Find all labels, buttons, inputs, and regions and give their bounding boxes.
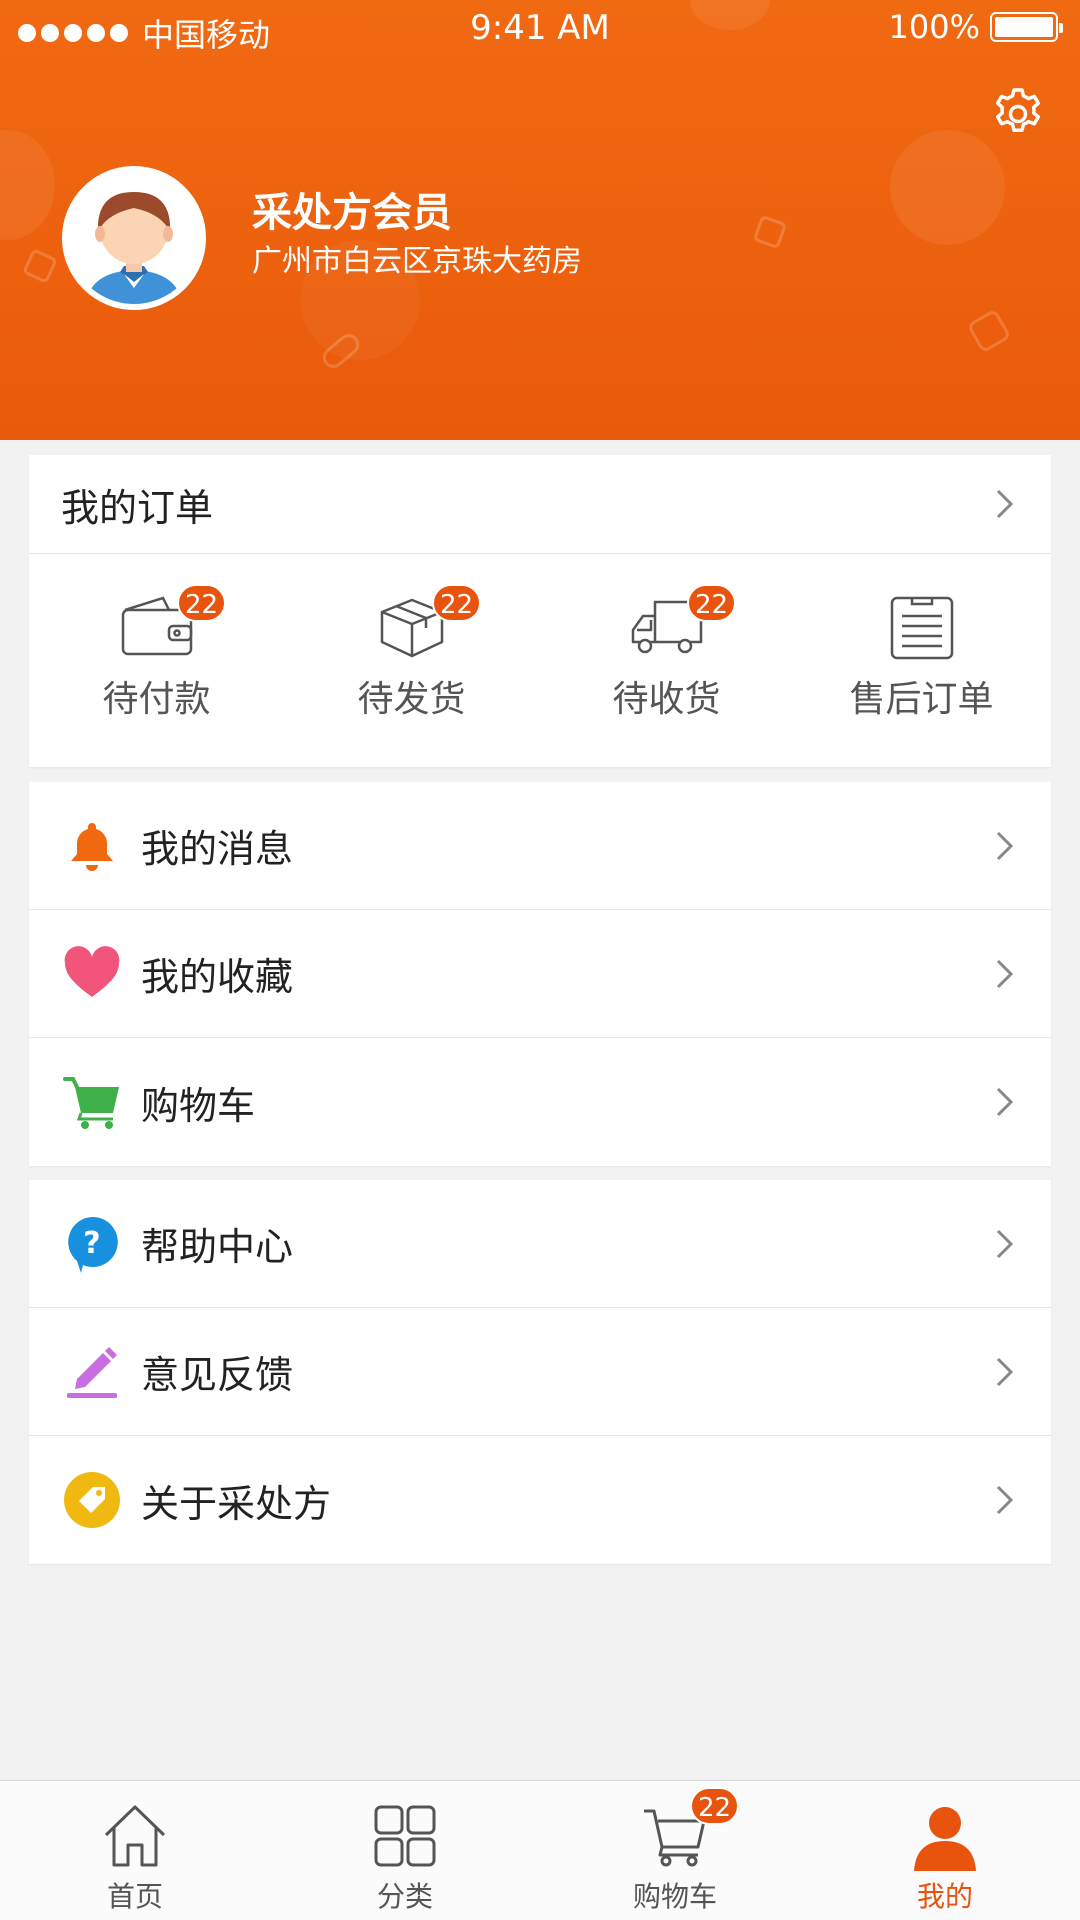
menu-group-personal: 我的消息 我的收藏 购物车: [29, 782, 1051, 1166]
tab-cart[interactable]: 22 购物车: [540, 1781, 810, 1920]
chevron-right-icon: [996, 1229, 1014, 1258]
heart-icon: [64, 945, 120, 997]
box-decor-icon: [23, 249, 57, 283]
chevron-right-icon: [996, 831, 1014, 860]
menu-item-messages[interactable]: 我的消息: [29, 782, 1051, 910]
user-name: 采处方会员: [252, 190, 452, 236]
heart-icon-wrap: [63, 945, 121, 1003]
tab-label: 分类: [376, 1880, 433, 1913]
menu-item-label: 关于采处方: [141, 1481, 332, 1526]
badge-count: 22: [687, 584, 737, 622]
gear-icon[interactable]: [990, 86, 1046, 142]
tab-label: 购物车: [632, 1880, 717, 1913]
order-status-label: 待收货: [612, 679, 721, 720]
chevron-right-icon: [996, 1485, 1014, 1515]
chevron-right-icon: [996, 489, 1014, 519]
tab-home[interactable]: 首页: [0, 1781, 270, 1920]
svg-text:?: ?: [83, 1226, 100, 1261]
status-bar: 中国移动 9:41 AM 100%: [0, 0, 1080, 60]
user-store: 广州市白云区京珠大药房: [252, 244, 582, 279]
decor-bubble: [890, 130, 1005, 245]
order-status-after-sales[interactable]: 售后订单: [794, 554, 1049, 767]
tag-decor-icon: [969, 311, 1009, 351]
tab-label: 首页: [106, 1880, 163, 1913]
help-icon-wrap: ?: [63, 1215, 121, 1273]
menu-item-label: 我的消息: [141, 827, 294, 871]
my-orders-row[interactable]: 我的订单: [29, 455, 1051, 554]
pill-decor-icon: [322, 334, 360, 368]
battery-info: 100%: [888, 8, 1063, 46]
menu-item-label: 我的收藏: [141, 955, 294, 999]
battery-icon: [990, 12, 1063, 42]
help-icon: ?: [68, 1216, 118, 1273]
decor-bubble: [0, 130, 55, 240]
order-status-label: 待付款: [102, 679, 211, 720]
battery-percent: 100%: [888, 8, 980, 46]
menu-item-help[interactable]: ? 帮助中心: [29, 1180, 1051, 1308]
menu-item-label: 意见反馈: [141, 1353, 294, 1397]
my-orders-title: 我的订单: [61, 485, 214, 530]
tab-me[interactable]: 我的: [810, 1781, 1080, 1920]
order-status-pending-shipment[interactable]: 22 待发货: [284, 554, 539, 767]
avatar[interactable]: [62, 166, 206, 310]
pencil-icon-wrap: [63, 1343, 121, 1401]
bell-icon: [71, 822, 113, 871]
order-status-pending-payment[interactable]: 22 待付款: [29, 554, 284, 767]
box-decor-icon: [754, 216, 786, 248]
category-icon: [374, 1805, 436, 1867]
menu-item-cart[interactable]: 购物车: [29, 1038, 1051, 1166]
pencil-icon: [67, 1346, 117, 1398]
person-icon: [914, 1807, 976, 1871]
bell-icon-wrap: [63, 817, 121, 875]
avatar-illustration: [68, 172, 200, 304]
bottom-tab-bar: 首页 分类 22 购物车 我的: [0, 1780, 1080, 1920]
order-status-label: 待发货: [357, 679, 466, 720]
orders-card: 我的订单 22 待付款 22 待发货 22 待收货 售后订单: [29, 455, 1051, 767]
menu-item-label: 帮助中心: [141, 1225, 294, 1269]
chevron-right-icon: [996, 959, 1014, 988]
badge-count: 22: [177, 584, 227, 622]
chevron-right-icon: [996, 1357, 1014, 1386]
home-icon: [104, 1805, 166, 1867]
menu-item-label: 购物车: [141, 1083, 256, 1128]
badge-count: 22: [432, 584, 482, 622]
menu-item-favorites[interactable]: 我的收藏: [29, 910, 1051, 1038]
tag-icon-wrap: [63, 1471, 121, 1529]
chevron-right-icon: [996, 1087, 1014, 1117]
order-status-grid: 22 待付款 22 待发货 22 待收货 售后订单: [29, 554, 1051, 767]
tag-icon: [64, 1472, 120, 1528]
order-status-pending-receipt[interactable]: 22 待收货: [539, 554, 794, 767]
tab-category[interactable]: 分类: [270, 1781, 540, 1920]
menu-item-about[interactable]: 关于采处方: [29, 1436, 1051, 1564]
badge-count: 22: [690, 1787, 740, 1825]
order-status-label: 售后订单: [849, 679, 994, 720]
menu-group-support: ? 帮助中心 意见反馈 关于采处方: [29, 1180, 1051, 1564]
profile-header: 中国移动 9:41 AM 100% 采处方会员 广州市白云区京珠大药房: [0, 0, 1080, 440]
tab-label: 我的: [916, 1880, 973, 1913]
clipboard-icon: [890, 596, 953, 660]
menu-item-feedback[interactable]: 意见反馈: [29, 1308, 1051, 1436]
cart-icon: [63, 1077, 119, 1129]
cart-icon-wrap: [63, 1073, 121, 1131]
